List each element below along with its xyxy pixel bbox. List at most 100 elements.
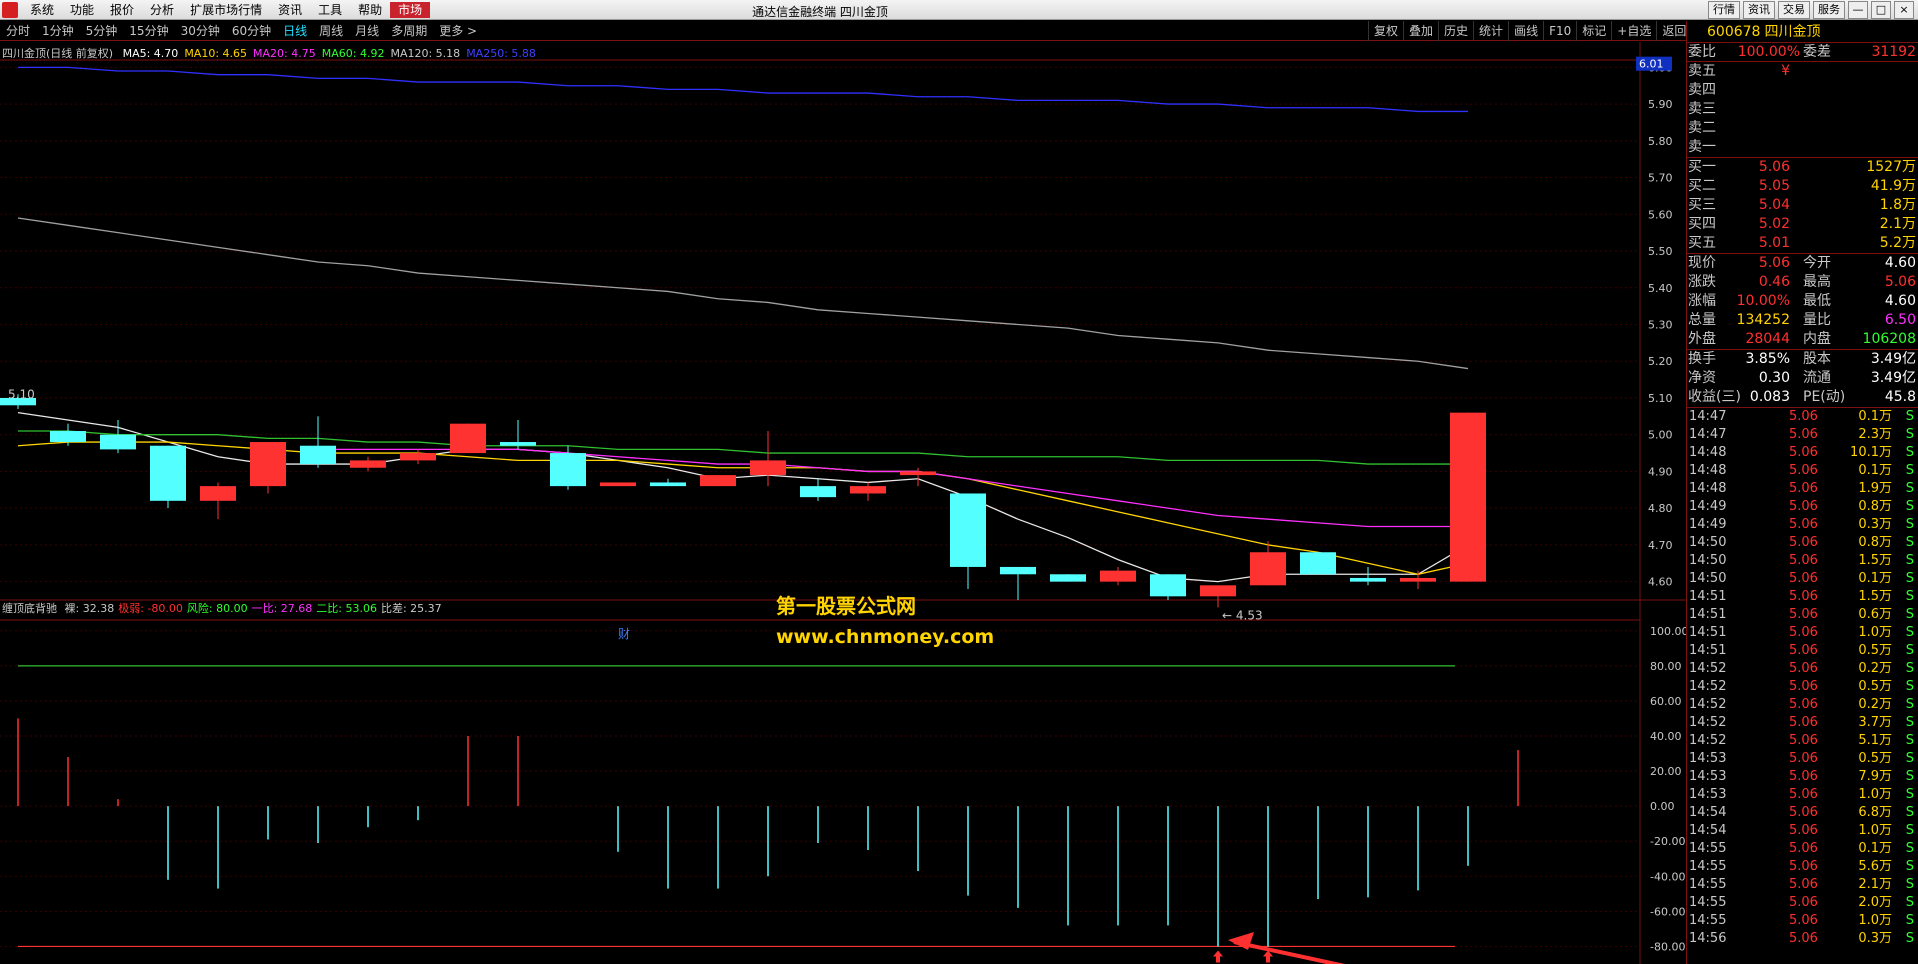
chart-info-line: 四川金顶(日线 前复权) MA5: 4.70 MA10: 4.65 MA20: 4.… <box>2 45 548 61</box>
tick-row: 14:55 5.06 2.0万 S <box>1689 895 1914 910</box>
buy-order-row: 买一 5.06 1527万 <box>1688 159 1916 175</box>
candle-body <box>350 460 386 468</box>
ma-label-5: MA250: 5.88 <box>466 47 536 60</box>
tick-row: 14:52 5.06 0.2万 S <box>1689 661 1914 676</box>
chart-annotation: 5.10 <box>8 387 35 401</box>
ma-line-ma250 <box>18 66 1468 113</box>
tool-button-2[interactable]: 历史 <box>1438 21 1473 41</box>
window-tab-1[interactable]: 资讯 <box>1743 1 1775 19</box>
candle-body <box>1050 574 1086 582</box>
tick-row: 14:48 5.06 10.1万 S <box>1689 445 1914 460</box>
window-tab-3[interactable]: 服务 <box>1813 1 1845 19</box>
price-tick-label: 5.30 <box>1648 318 1673 331</box>
candle-body <box>750 460 786 476</box>
candle-body <box>1000 566 1036 575</box>
candle-body <box>400 453 436 461</box>
indicator-tick-label: 80.00 <box>1650 660 1682 673</box>
tick-row: 14:47 5.06 2.3万 S <box>1689 427 1914 442</box>
chart-annotation: 财 <box>618 627 630 641</box>
buy-orders: 买一 5.06 1527万 买二 5.05 41.9万 买三 5.04 1.8万 买四 5.02 2.… <box>1687 158 1918 254</box>
sell-order-row: 卖一 <box>1688 139 1716 155</box>
tick-list[interactable]: 14:47 5.06 0.1万 S 14:47 5.06 2.3万 S 14:48 5.06 10.… <box>1687 408 1918 948</box>
chart-tools-toolbar: 复权 叠加 历史 统计 画线 F10 标记 +自选 返回 <box>1368 21 1691 41</box>
tick-row: 14:54 5.06 6.8万 S <box>1689 805 1914 820</box>
tick-row: 14:51 5.06 1.5万 S <box>1689 589 1914 604</box>
candle-body <box>100 434 136 450</box>
stat2-row: 换手 3.85% 股本 3.49亿 <box>1688 351 1916 367</box>
tick-row: 14:55 5.06 0.1万 S <box>1689 841 1914 856</box>
sell-orders: 卖五 ¥ 卖四 卖三 卖二 卖一 <box>1687 62 1918 158</box>
stat-row: 外盘 28044 内盘 106208 <box>1688 331 1916 347</box>
period-tab-4[interactable]: 30分钟 <box>175 21 226 40</box>
window-title: 通达信金融终端 四川金顶 <box>752 5 888 19</box>
tool-button-4[interactable]: 画线 <box>1508 21 1543 41</box>
kline-chart[interactable]: 6.005.905.805.705.605.505.405.305.205.10… <box>0 42 1686 964</box>
indicator-tick-label: 40.00 <box>1650 730 1682 743</box>
period-tab-10[interactable]: 更多 > <box>433 21 483 40</box>
price-tick-label: 5.70 <box>1648 172 1673 185</box>
stat2-row: 收益(三) 0.083 PE(动) 45.8 <box>1688 389 1916 405</box>
indicator-param-2: 风险: 80.00 <box>186 602 248 615</box>
candle-body <box>300 445 336 465</box>
tick-row: 14:51 5.06 1.0万 S <box>1689 625 1914 640</box>
period-tab-2[interactable]: 5分钟 <box>80 21 124 40</box>
stock-code: 600678 <box>1707 24 1761 40</box>
tool-button-1[interactable]: 叠加 <box>1403 21 1438 41</box>
ma-line-ma120 <box>17 217 1469 370</box>
indicator-param-1: 极弱: -80.00 <box>118 602 183 615</box>
tick-row: 14:49 5.06 0.8万 S <box>1689 499 1914 514</box>
price-tick-label: 5.40 <box>1648 282 1673 295</box>
period-tab-1[interactable]: 1分钟 <box>36 21 80 40</box>
period-tab-8[interactable]: 月线 <box>349 21 385 40</box>
period-tab-6[interactable]: 日线 <box>277 21 313 40</box>
close-icon[interactable]: × <box>1894 1 1914 19</box>
candle-body <box>800 486 836 498</box>
tick-row: 14:50 5.06 1.5万 S <box>1689 553 1914 568</box>
candle-body <box>450 423 486 454</box>
indicator-tick-label: 60.00 <box>1650 695 1682 708</box>
window-tab-0[interactable]: 行情 <box>1708 1 1740 19</box>
period-tab-7[interactable]: 周线 <box>313 21 349 40</box>
tick-row: 14:54 5.06 1.0万 S <box>1689 823 1914 838</box>
tick-row: 14:53 5.06 1.0万 S <box>1689 787 1914 802</box>
price-tick-label: 4.70 <box>1648 539 1673 552</box>
tick-row: 14:48 5.06 1.9万 S <box>1689 481 1914 496</box>
tick-row: 14:51 5.06 0.6万 S <box>1689 607 1914 622</box>
watermark-url: www.chnmoney.com <box>776 626 995 648</box>
buy-order-row: 买四 5.02 2.1万 <box>1688 216 1916 232</box>
candle-body <box>1400 577 1436 582</box>
period-tab-5[interactable]: 60分钟 <box>226 21 277 40</box>
period-tab-3[interactable]: 15分钟 <box>123 21 174 40</box>
indicator-name: 缠顶底背驰 <box>2 602 57 615</box>
current-price-label: 6.01 <box>1639 58 1664 71</box>
indicator-tick-label: 0.00 <box>1650 800 1675 813</box>
candle-body <box>200 486 236 501</box>
price-tick-label: 5.00 <box>1648 429 1673 442</box>
tool-button-5[interactable]: F10 <box>1543 21 1576 41</box>
quote-stats-2: 换手 3.85% 股本 3.49亿 净资 0.30 流通 3.49亿 收益(三) 0.083 PE(… <box>1687 350 1918 408</box>
tick-row: 14:55 5.06 5.6万 S <box>1689 859 1914 874</box>
candle-body <box>500 442 536 446</box>
tick-row: 14:48 5.06 0.1万 S <box>1689 463 1914 478</box>
tick-row: 14:51 5.06 0.5万 S <box>1689 643 1914 658</box>
period-tab-9[interactable]: 多周期 <box>385 21 433 40</box>
tool-button-3[interactable]: 统计 <box>1473 21 1508 41</box>
sell-order-row: 卖五 ¥ <box>1688 63 1790 79</box>
stat-row: 涨跌 0.46 最高 5.06 <box>1688 274 1916 290</box>
price-tick-label: 5.60 <box>1648 208 1673 221</box>
tool-button-0[interactable]: 复权 <box>1368 21 1403 41</box>
indicator-param-4: 二比: 53.06 <box>316 602 377 615</box>
minimize-icon[interactable]: — <box>1848 1 1868 19</box>
buy-order-row: 买五 5.01 5.2万 <box>1688 235 1916 251</box>
tool-button-7[interactable]: +自选 <box>1611 21 1656 41</box>
tool-button-6[interactable]: 标记 <box>1576 21 1611 41</box>
sell-order-row: 卖四 <box>1688 82 1716 98</box>
window-tab-2[interactable]: 交易 <box>1778 1 1810 19</box>
indicator-param-0: 裸: 32.38 <box>64 602 115 615</box>
indicator-tick-label: 20.00 <box>1650 765 1682 778</box>
period-tab-0[interactable]: 分时 <box>0 21 36 40</box>
price-tick-label: 5.90 <box>1648 98 1673 111</box>
quote-panel: 600678 四川金顶 委比 100.00% 委差 31192 卖五 ¥ 卖四 卖三 卖二… <box>1686 21 1918 964</box>
stock-title: 四川金顶(日线 前复权) <box>2 47 114 60</box>
maximize-icon[interactable]: □ <box>1871 1 1891 19</box>
